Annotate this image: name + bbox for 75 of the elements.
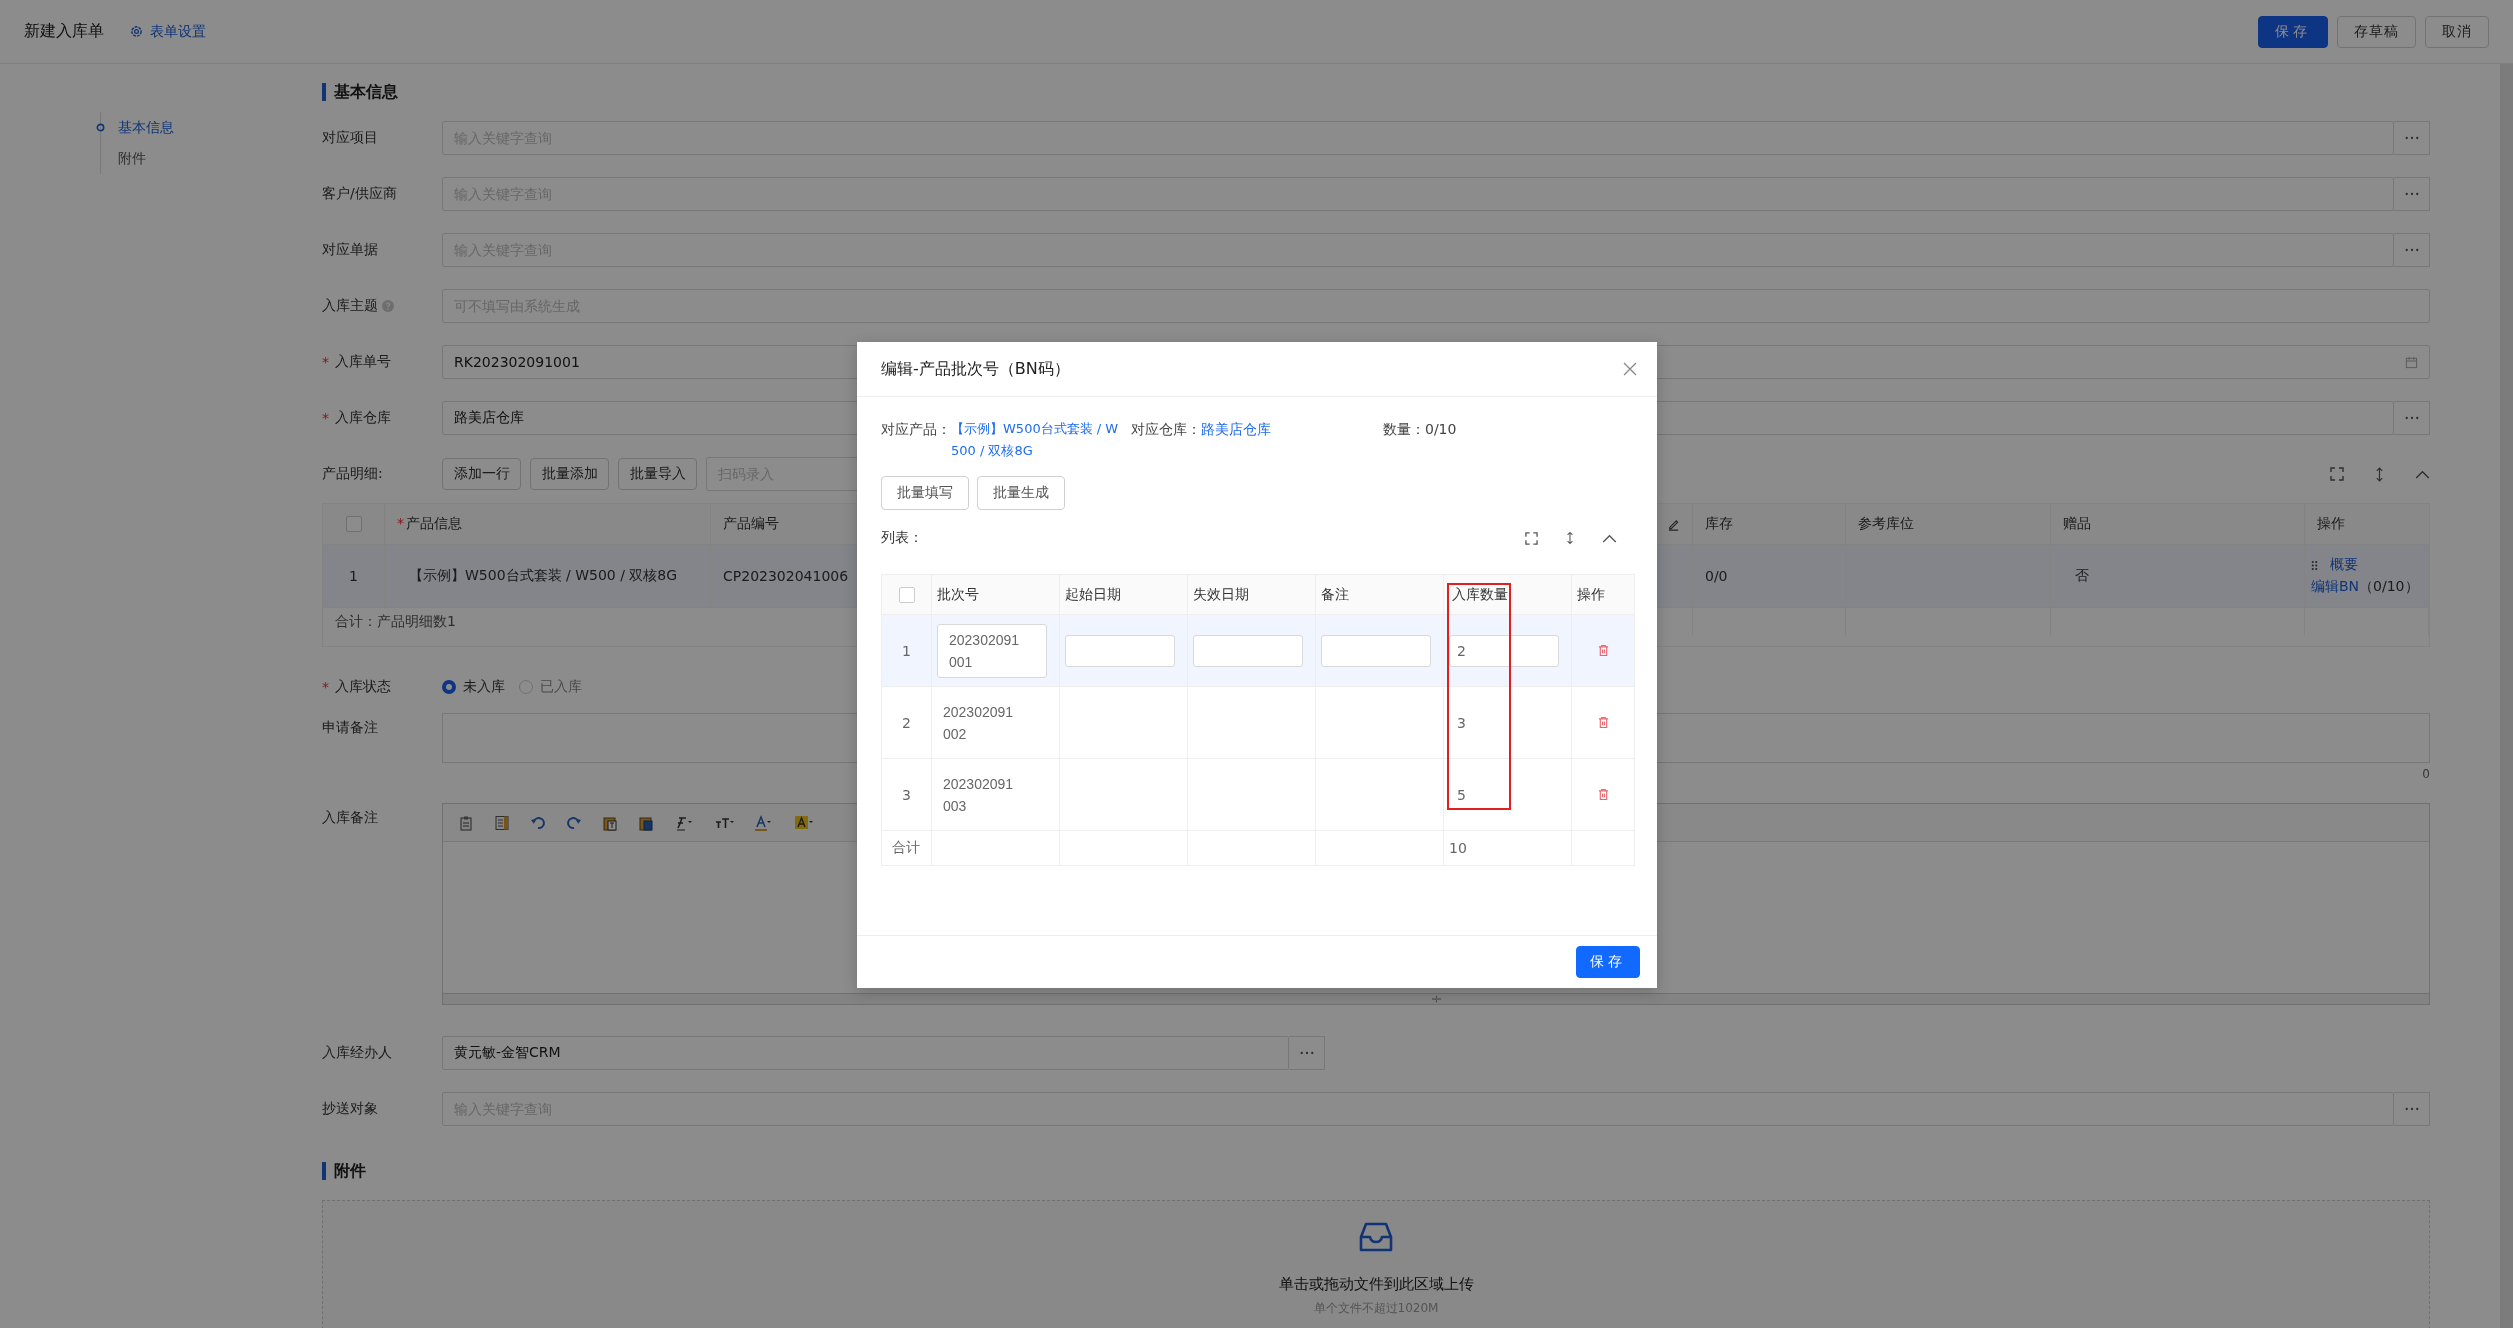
column-header: 操作 [1577,585,1605,604]
radio-option[interactable]: 未入库 [442,678,505,696]
total-value: 10 [1449,840,1467,856]
row-number: 1 [902,642,911,659]
field-label: 入库仓库 [335,409,391,427]
section-title: 附件 [322,1162,2430,1180]
batch-field[interactable]: 202302091001 [937,623,1047,678]
info-label: 对应产品： [881,420,951,439]
input-field[interactable]: 黄元敏-金智CRM [442,1036,1289,1070]
column-header: *产品信息 [397,515,462,533]
summary-link[interactable]: 概要 [2330,556,2358,574]
column-header: 操作 [2317,515,2345,533]
character-counter: 0 [2422,767,2430,781]
field-label: 对应单据 [322,241,378,259]
batch-button[interactable]: 批量生成 [977,476,1065,510]
edit-bn-link[interactable]: 编辑BN [2311,578,2360,596]
table-cell: 5 [1457,786,1466,803]
field-label: 入库备注 [322,809,378,827]
toolbar-button[interactable]: 添加一行 [442,458,521,490]
column-header: 起始日期 [1065,585,1121,604]
field-label: 申请备注 [322,719,378,737]
row-number: 2 [902,714,911,731]
upload-text: 单击或拖动文件到此区域上传 [1278,1275,1474,1294]
table-cell: 0/0 [1705,568,1728,584]
bn-count: （0/10） [2359,578,2419,596]
toolbar-button[interactable]: 批量添加 [530,458,609,490]
column-header: 库存 [1705,515,1733,533]
field-label: 入库单号 [335,353,391,371]
form-settings-link[interactable]: 表单设置 [130,22,206,41]
column-header: 产品编号 [723,515,779,533]
required-mark: * [322,410,329,426]
required-mark: * [322,679,329,695]
sidebar-item[interactable]: 基本信息 [101,118,174,137]
field-label: 入库主题 [322,297,378,315]
info-label: 数量： [1383,420,1425,439]
table-cell: CP202302041006 [723,568,849,584]
info-link[interactable]: 【示例】W500台式套装 / W500 / 双核8G [951,418,1123,462]
action-button[interactable]: 取消 [2425,15,2489,48]
field-label: 产品明细: [322,465,383,483]
field-label: 入库经办人 [322,1044,392,1062]
total-label: 合计 [892,839,920,857]
info-value: 0/10 [1425,420,1457,439]
info-link[interactable]: 路美店仓库 [1201,418,1271,440]
quantity-field[interactable]: 2 [1449,634,1559,667]
toolbar-button[interactable]: 批量导入 [618,458,697,490]
save-button[interactable]: 保存 [2258,15,2328,48]
save-button[interactable]: 保存 [1576,946,1640,978]
info-label: 对应仓库： [1131,420,1201,439]
page-title: 新建入库单 [24,21,104,42]
field-label: 对应项目 [322,129,378,147]
table-cell: 3 [1457,714,1466,731]
column-header: 批次号 [937,585,979,604]
column-header: 参考库位 [1858,515,1914,533]
column-header: 入库数量 [1452,585,1508,604]
field-label: 客户/供应商 [322,185,397,203]
sidebar-item[interactable]: 附件 [101,149,146,168]
table-cell: 【示例】W500台式套装 / W500 / 双核8G [409,567,678,585]
radio-option[interactable]: 已入库 [519,678,582,696]
dialog-title: 编辑-产品批次号（BN码） [881,358,1070,380]
row-number: 3 [902,786,911,803]
table-summary: 合计：产品明细数1 [335,613,456,631]
column-header: 备注 [1321,585,1349,604]
required-mark: * [322,354,329,370]
column-header: 赠品 [2063,515,2091,533]
row-number: 1 [349,568,358,584]
action-button[interactable]: 存草稿 [2337,15,2416,48]
table-cell-text: 202302091003 [943,774,1015,816]
table-cell-text: 202302091002 [943,702,1015,744]
table-cell: 否 [2075,567,2089,585]
field-label: 入库状态 [335,678,391,696]
section-title: 基本信息 [322,83,2430,101]
field-label: 抄送对象 [322,1100,378,1118]
list-label: 列表： [881,529,923,547]
batch-button[interactable]: 批量填写 [881,476,969,510]
column-header: 失效日期 [1193,585,1249,604]
